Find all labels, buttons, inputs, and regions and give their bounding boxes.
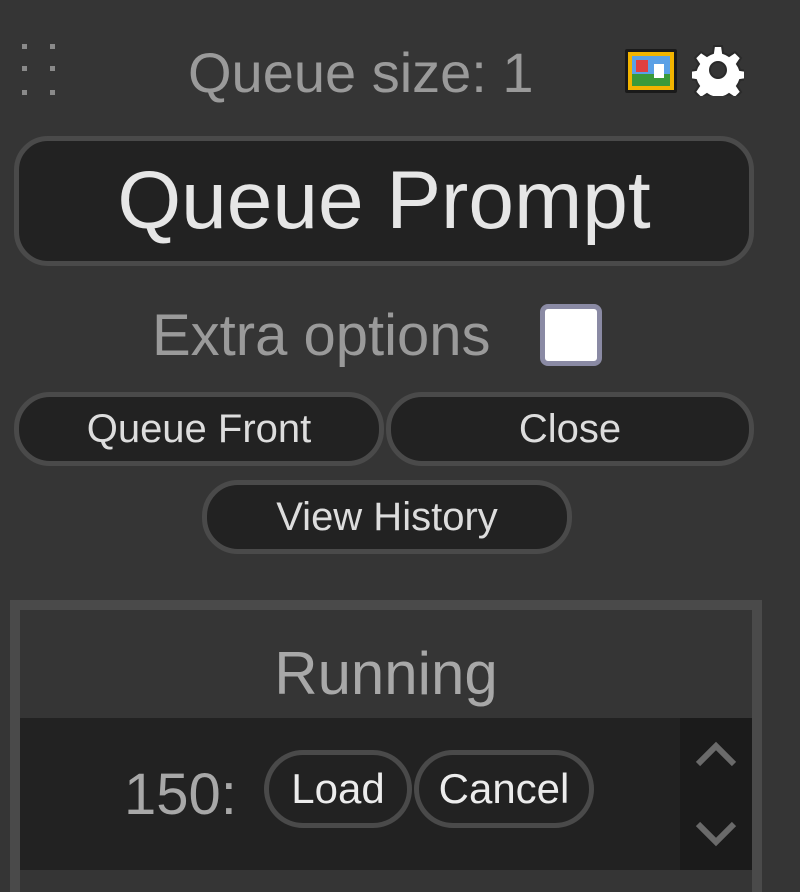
extra-options-label: Extra options [152,303,491,368]
load-button[interactable]: Load [264,750,412,828]
view-history-button[interactable]: View History [202,480,572,554]
queue-item-id: 150: [124,762,237,827]
cancel-button[interactable]: Cancel [414,750,594,828]
drag-handle[interactable] [22,44,58,100]
close-button[interactable]: Close [386,392,754,466]
running-panel: Running 150: Load Cancel [10,600,762,892]
running-title: Running [274,640,498,707]
queue-size-label: Queue size: 1 [188,41,534,104]
panel-footer [20,870,752,892]
gear-icon[interactable] [688,44,748,105]
scroll-down-arrow-icon[interactable] [680,794,752,870]
scroll-up-arrow-icon[interactable] [680,718,752,794]
queue-prompt-button[interactable]: Queue Prompt [14,136,754,266]
queue-front-button[interactable]: Queue Front [14,392,384,466]
comfy-queue-menu: Queue size: 1 Queue Prompt Extra options… [0,0,800,892]
extra-options-checkbox[interactable] [540,304,602,366]
scrollbar[interactable] [680,718,752,870]
image-icon[interactable] [624,48,678,94]
running-list: 150: Load Cancel [20,718,752,870]
